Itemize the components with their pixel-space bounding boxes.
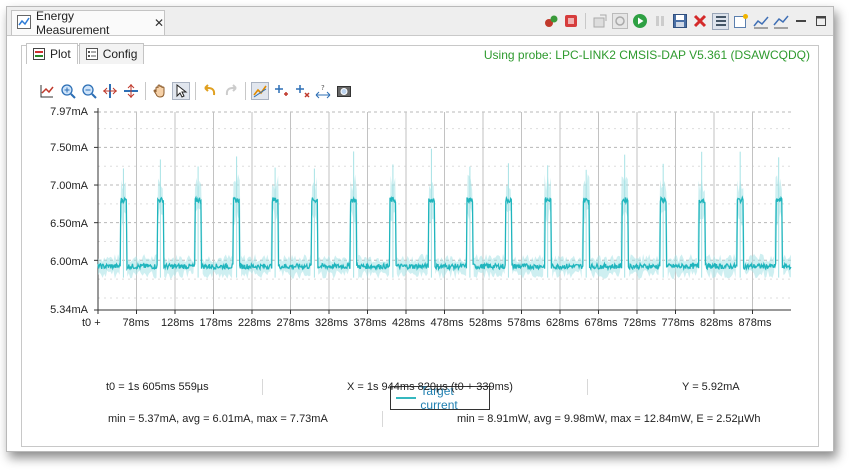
view-title: Energy Measurement [36, 9, 110, 37]
view-toolbar [543, 11, 829, 31]
export-icon[interactable] [592, 13, 608, 29]
list-icon[interactable] [712, 12, 729, 30]
x-tick-label: 628ms [546, 317, 580, 329]
x-tick-label: 728ms [623, 317, 657, 329]
energy-panel: Plot Config Using probe: LPC-LINK2 CMSIS… [21, 43, 819, 447]
sync-icon[interactable] [612, 13, 628, 29]
close-icon[interactable]: ✕ [154, 16, 164, 30]
cursor-y-readout: Y = 5.92mA [682, 381, 740, 393]
x-tick-label: 878ms [738, 317, 772, 329]
chart-icon[interactable] [753, 13, 769, 29]
stat-separator [262, 379, 263, 395]
x-tick-label: 828ms [700, 317, 734, 329]
x-tick-label: 378ms [353, 317, 387, 329]
view-tab-energy-measurement[interactable]: Energy Measurement ✕ [11, 9, 165, 37]
stop-icon[interactable] [563, 13, 579, 29]
stat-separator [587, 379, 588, 395]
x-tick-label: 128ms [161, 317, 195, 329]
pause-icon[interactable] [652, 13, 668, 29]
delete-icon[interactable] [692, 13, 708, 29]
x-tick-label: 478ms [430, 317, 464, 329]
stat-separator [382, 411, 383, 427]
x-tick-label: 228ms [238, 317, 272, 329]
cursor-x-readout: X = 1s 944ms 820µs (t0 + 339ms) [347, 381, 513, 393]
x-tick-label: t0 + [82, 317, 101, 329]
title-bar: Energy Measurement ✕ [7, 7, 833, 37]
x-tick-label: 278ms [276, 317, 310, 329]
energy-measurement-icon [17, 14, 31, 32]
t0-readout: t0 = 1s 605ms 559µs [106, 381, 209, 393]
x-tick-label: 678ms [584, 317, 618, 329]
run-icon[interactable] [632, 13, 648, 29]
x-tick-label: 178ms [199, 317, 233, 329]
current-stats: min = 5.37mA, avg = 6.01mA, max = 7.73mA [108, 413, 328, 425]
x-tick-label: 428ms [392, 317, 426, 329]
minimize-icon[interactable] [793, 13, 809, 29]
toolbar-separator [585, 13, 586, 29]
legend-swatch [396, 397, 417, 399]
save-icon[interactable] [672, 13, 688, 29]
x-tick-label: 578ms [507, 317, 541, 329]
probe-icon[interactable] [543, 13, 559, 29]
x-tick-label: 528ms [469, 317, 503, 329]
energy-measurement-window: Energy Measurement ✕ Plot Config Using p… [6, 6, 834, 452]
chart-alt-icon[interactable] [773, 13, 789, 29]
x-tick-label: 778ms [661, 317, 695, 329]
x-tick-label: 328ms [315, 317, 349, 329]
x-tick-label: 78ms [122, 317, 150, 329]
new-window-icon[interactable] [733, 13, 749, 29]
maximize-icon[interactable] [813, 13, 829, 29]
current-plot[interactable] [22, 46, 818, 346]
power-stats: min = 8.91mW, avg = 9.98mW, max = 12.84m… [457, 413, 761, 425]
